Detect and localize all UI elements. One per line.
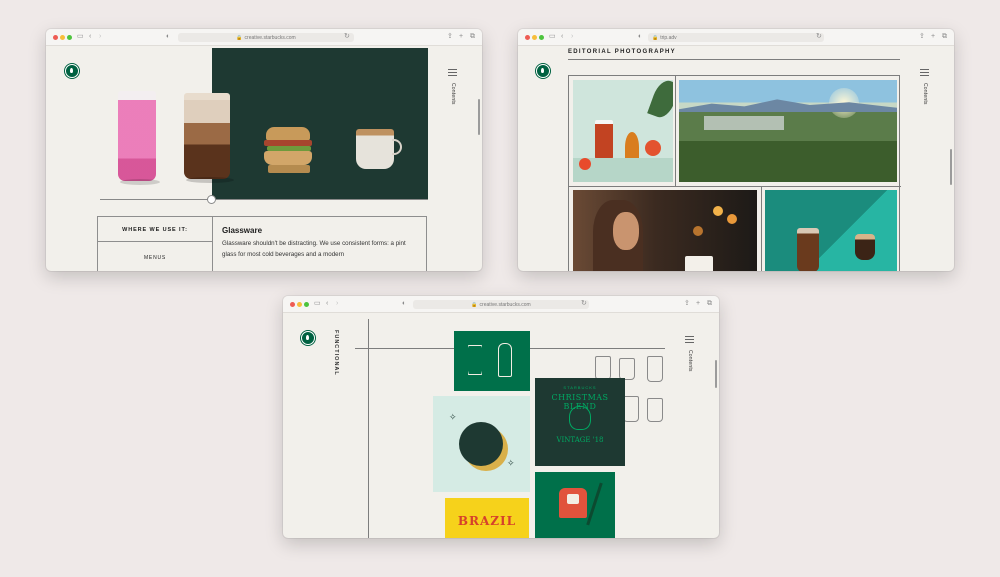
cold-brew-glass <box>184 93 230 179</box>
share-icon[interactable]: ⇪ <box>684 300 690 308</box>
iced-tea-photo[interactable] <box>573 80 673 182</box>
browser-window-glassware: ▭ ‹ › ◐ 🔒 creative.starbucks.com ↻ ⇪ + ⧉ … <box>46 29 482 271</box>
minimize-window-button[interactable] <box>297 302 302 307</box>
where-we-use-it-heading: WHERE WE USE IT: <box>122 227 188 233</box>
reload-icon[interactable]: ↻ <box>816 33 822 41</box>
new-tab-icon[interactable]: + <box>696 300 700 308</box>
maximize-window-button[interactable] <box>67 35 72 40</box>
brewer-illustration-tile[interactable] <box>454 331 530 391</box>
scrollbar[interactable] <box>950 149 952 185</box>
glass-shadow <box>186 177 234 183</box>
minimize-window-button[interactable] <box>532 35 537 40</box>
reload-icon[interactable]: ↻ <box>344 33 350 41</box>
lock-icon: 🔒 <box>236 34 243 41</box>
moon-illustration-tile[interactable]: ✧ ✧ <box>433 396 530 492</box>
new-tab-icon[interactable]: + <box>931 33 935 41</box>
photo-grid <box>568 75 901 271</box>
back-icon[interactable]: ‹ <box>326 300 328 308</box>
christmas-blend-tile[interactable]: STARBUCKS CHRISTMAS BLEND VINTAGE '18 <box>535 378 625 466</box>
grid-divider <box>569 186 901 187</box>
christmas-blend-brand: STARBUCKS <box>563 385 597 390</box>
usage-box: WHERE WE USE IT: MENUS <box>97 216 213 271</box>
starbucks-logo-icon[interactable] <box>301 331 315 345</box>
close-window-button[interactable] <box>290 302 295 307</box>
grid-divider <box>675 76 676 186</box>
browser-window-editorial: ▭ ‹ › ◐ 🔒 trip.adv ↻ ⇪ + ⧉ EDITORIAL PHOT… <box>518 29 954 271</box>
brazil-label: BRAZIL <box>457 514 517 528</box>
menu-icon[interactable] <box>920 69 929 76</box>
glass-shadow <box>120 179 160 185</box>
star-icon: ✧ <box>449 412 457 422</box>
close-window-button[interactable] <box>53 35 58 40</box>
lock-icon: 🔒 <box>471 301 478 308</box>
browser-toolbar: ▭ ‹ › ◐ 🔒 creative.starbucks.com ↻ ⇪ + ⧉ <box>46 29 482 46</box>
address-bar[interactable]: 🔒 creative.starbucks.com <box>178 33 354 42</box>
browser-toolbar: ▭ ‹ › ◐ 🔒 creative.starbucks.com ↻ ⇪ + ⧉ <box>283 296 719 313</box>
forward-icon[interactable]: › <box>571 33 573 41</box>
browser-toolbar: ▭ ‹ › ◐ 🔒 trip.adv ↻ ⇪ + ⧉ <box>518 29 954 46</box>
section-rule-vertical <box>368 319 369 538</box>
star-icon: ✧ <box>507 458 515 468</box>
privacy-icon: ◐ <box>638 33 643 40</box>
glassware-description: Glassware Glassware shouldn't be distrac… <box>213 216 427 271</box>
product-background-panel <box>212 48 428 199</box>
forward-icon[interactable]: › <box>336 300 338 308</box>
comparison-slider-track[interactable] <box>100 199 428 200</box>
glassware-body: Glassware shouldn't be distracting. We u… <box>222 240 406 258</box>
close-window-button[interactable] <box>525 35 530 40</box>
contents-link[interactable]: Contents <box>687 350 693 372</box>
address-bar[interactable]: 🔒 trip.adv <box>648 33 824 42</box>
brazil-blend-tile[interactable]: BRAZIL <box>445 498 529 538</box>
pink-drink-glass <box>118 91 156 181</box>
sidebar-icon[interactable]: ▭ <box>77 33 84 41</box>
forward-icon[interactable]: › <box>99 33 101 41</box>
tabs-icon[interactable]: ⧉ <box>942 33 947 41</box>
share-icon[interactable]: ⇪ <box>447 33 453 41</box>
tabs-icon[interactable]: ⧉ <box>470 33 475 41</box>
back-icon[interactable]: ‹ <box>561 33 563 41</box>
sidebar-icon[interactable]: ▭ <box>549 33 556 41</box>
comparison-slider-handle[interactable] <box>207 195 216 204</box>
contents-link[interactable]: Contents <box>450 83 456 105</box>
reload-icon[interactable]: ↻ <box>581 300 587 308</box>
privacy-icon: ◐ <box>166 33 171 40</box>
contents-link[interactable]: Contents <box>922 83 928 105</box>
starbucks-logo-icon[interactable] <box>536 64 550 78</box>
divider <box>98 241 212 242</box>
grid-divider <box>761 186 762 271</box>
menu-icon[interactable] <box>448 69 457 76</box>
back-icon[interactable]: ‹ <box>89 33 91 41</box>
tabs-icon[interactable]: ⧉ <box>707 300 712 308</box>
menus-label[interactable]: MENUS <box>98 255 212 261</box>
scrollbar[interactable] <box>715 360 717 388</box>
address-bar[interactable]: 🔒 creative.starbucks.com <box>413 300 589 309</box>
menu-icon[interactable] <box>685 336 694 343</box>
sweater-illustration-tile[interactable] <box>535 472 615 538</box>
lock-icon: 🔒 <box>652 34 659 41</box>
share-icon[interactable]: ⇪ <box>919 33 925 41</box>
tiger-icon <box>569 406 591 430</box>
minimize-window-button[interactable] <box>60 35 65 40</box>
functional-section-label: FUNCTIONAL <box>333 330 339 376</box>
editorial-photography-heading: EDITORIAL PHOTOGRAPHY <box>568 49 676 55</box>
starbucks-logo-icon[interactable] <box>65 64 79 78</box>
iced-coffee-photo[interactable] <box>765 190 897 271</box>
panini-sandwich <box>264 127 314 175</box>
sidebar-icon[interactable]: ▭ <box>314 300 321 308</box>
christmas-blend-vintage: VINTAGE '18 <box>556 436 604 444</box>
heading-rule <box>568 59 900 60</box>
new-tab-icon[interactable]: + <box>459 33 463 41</box>
coffee-farm-landscape-photo[interactable] <box>679 80 897 182</box>
glassware-title: Glassware <box>222 226 263 235</box>
woman-smiling-photo[interactable] <box>573 190 757 271</box>
scrollbar[interactable] <box>478 99 480 135</box>
browser-window-functional: ▭ ‹ › ◐ 🔒 creative.starbucks.com ↻ ⇪ + ⧉ … <box>283 296 719 538</box>
privacy-icon: ◐ <box>402 300 407 307</box>
latte-cup <box>356 129 394 169</box>
maximize-window-button[interactable] <box>304 302 309 307</box>
maximize-window-button[interactable] <box>539 35 544 40</box>
